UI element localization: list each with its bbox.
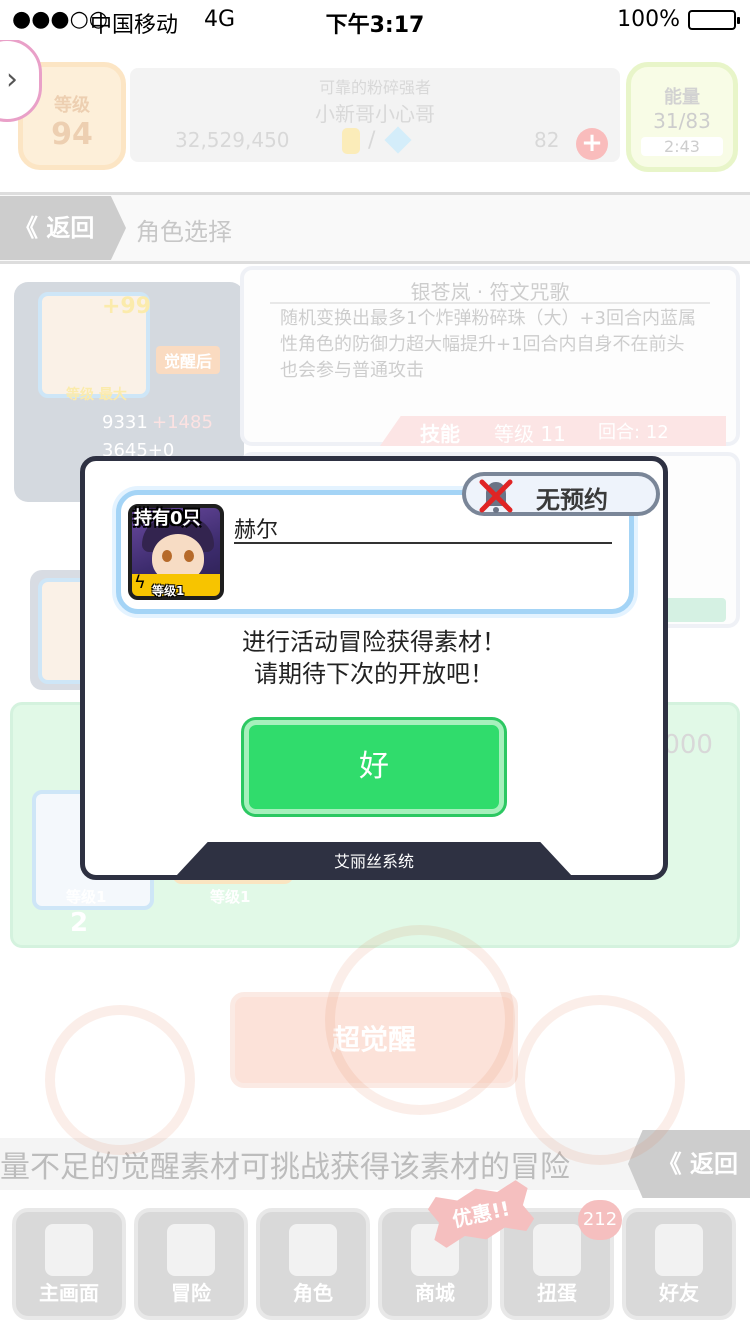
- battery-icon: [688, 10, 740, 30]
- dialog-footer-text: 艾丽丝系统: [333, 852, 414, 871]
- chevron-right-icon[interactable]: ›: [6, 62, 18, 97]
- item-level: 等级1: [152, 584, 185, 598]
- owned-count-label: 持有0只: [134, 508, 201, 529]
- battery-percent: 100%: [617, 7, 680, 32]
- bolt-icon: ϟ: [134, 572, 146, 593]
- no-reservation-text: 无预约: [536, 486, 608, 514]
- no-bell-icon: [479, 479, 513, 513]
- status-bar: ●●●○○ 中国移动 4G 下午3:17 100%: [0, 0, 750, 40]
- item-name: 赫尔: [234, 518, 279, 543]
- ok-button[interactable]: 好: [244, 720, 504, 814]
- dialog-message-line-2: 请期待下次的开放吧！: [254, 660, 494, 688]
- item-name-underline: [234, 542, 612, 544]
- dialog-message-line-1: 进行活动冒险获得素材！: [242, 628, 506, 656]
